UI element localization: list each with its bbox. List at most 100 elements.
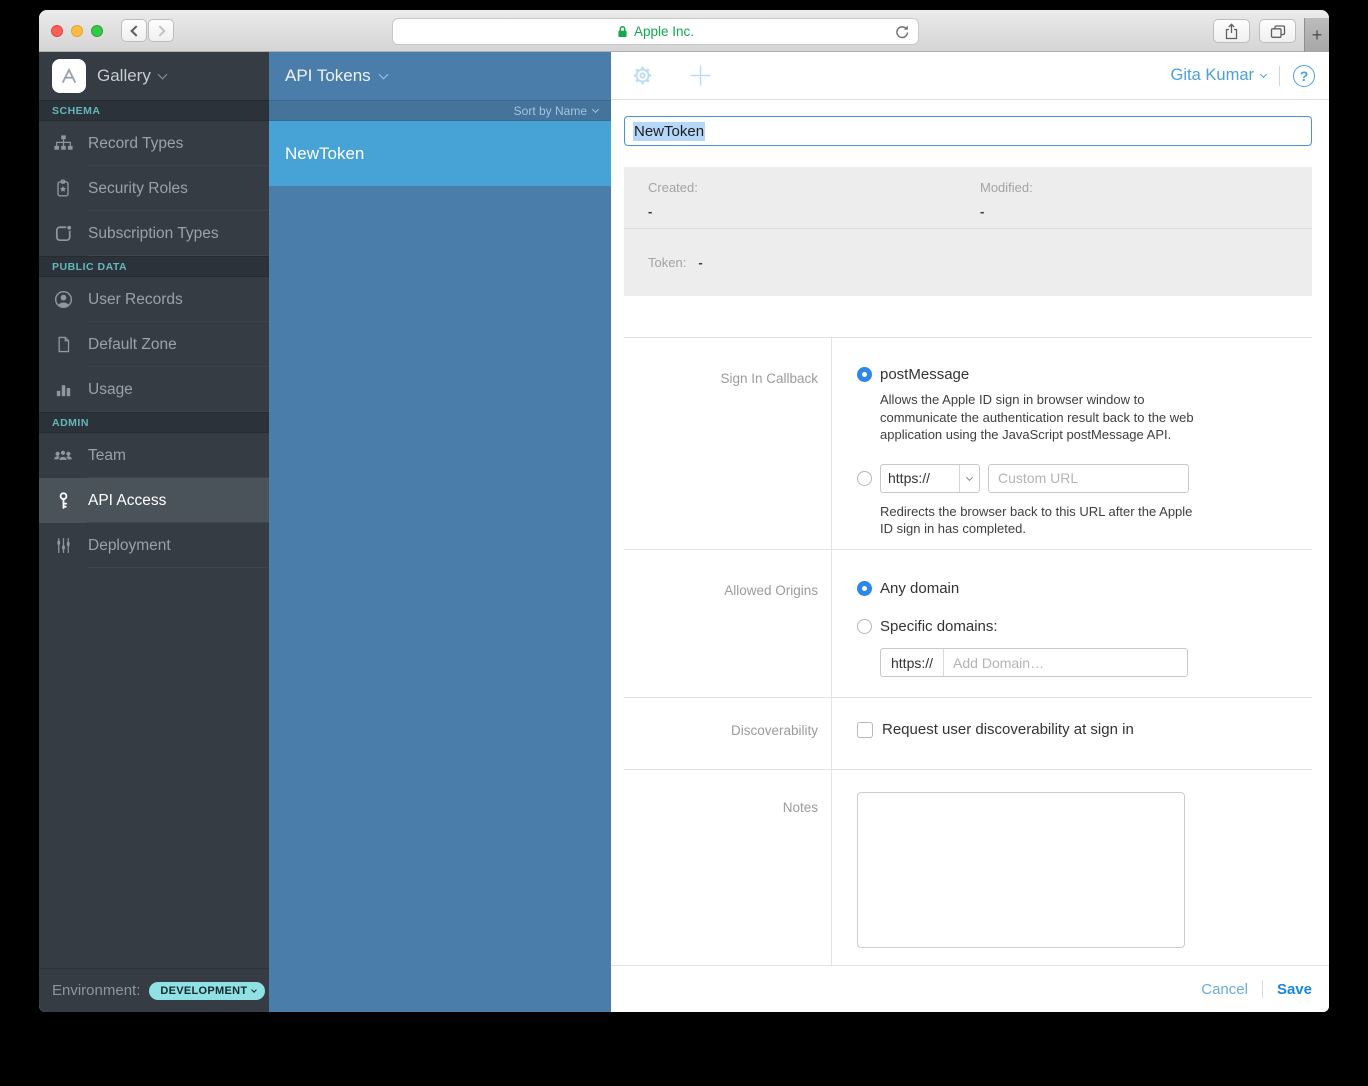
token-name-selected-text: NewToken [633,122,705,141]
token-name-input[interactable]: NewToken [624,116,1312,146]
discoverability-checkbox[interactable] [857,722,873,738]
discoverability-checkbox-label[interactable]: Request user discoverability at sign in [882,721,1134,738]
help-button[interactable]: ? [1293,65,1315,87]
specific-domains-radio[interactable] [857,619,872,634]
environment-value: DEVELOPMENT [160,985,247,997]
bar-chart-icon [52,379,74,401]
chevron-down-icon [592,106,599,113]
new-tab-button[interactable]: + [1304,18,1329,52]
environment-bar: Environment: DEVELOPMENT [39,968,269,1012]
add-token-button[interactable] [689,64,712,87]
back-icon [130,25,141,36]
add-domain-input[interactable] [944,649,1187,676]
chevron-down-icon [252,987,258,993]
custom-url-radio[interactable] [857,471,872,486]
sidebar-section-public-data: PUBLIC DATA [39,256,269,277]
back-button[interactable] [121,19,147,42]
sidebar-item-security-roles[interactable]: Security Roles [39,166,269,211]
specific-domains-label[interactable]: Specific domains: [880,618,998,635]
sidebar-item-default-zone[interactable]: Default Zone [39,322,269,367]
post-message-radio[interactable] [857,367,872,382]
save-button[interactable]: Save [1277,981,1312,998]
footer-separator [1262,980,1263,998]
chevron-down-icon [1260,71,1267,78]
hierarchy-icon [52,133,74,155]
any-domain-radio[interactable] [857,581,872,596]
share-button[interactable] [1213,19,1250,43]
plus-icon [689,64,712,87]
sidebar-item-api-access[interactable]: API Access [39,478,269,523]
sidebar-item-user-records[interactable]: User Records [39,277,269,322]
sidebar-item-label: User Records [88,291,183,309]
sort-by-name-control[interactable]: Sort by Name [269,100,611,121]
section-sign-in-callback: Sign In Callback postMessage Allows the … [624,337,1312,549]
user-icon [52,289,74,311]
sidebar-item-label: Subscription Types [88,225,219,243]
forward-button[interactable] [148,19,174,42]
sidebar-section-schema: SCHEMA [39,100,269,121]
subscription-icon [52,223,74,245]
chevron-down-icon [966,473,973,480]
token-label: Token: [648,255,686,270]
gallery-menu[interactable]: Gallery [97,66,166,86]
sliders-icon [52,535,74,557]
settings-button[interactable] [630,63,655,88]
cancel-button[interactable]: Cancel [1201,981,1248,998]
chevron-down-icon [157,70,167,80]
url-scheme-value: https:// [888,470,930,486]
reload-icon[interactable] [892,23,911,42]
any-domain-label[interactable]: Any domain [880,580,959,597]
sort-label: Sort by Name [514,104,587,118]
post-message-description: Allows the Apple ID sign in browser wind… [880,391,1194,444]
share-icon [1224,23,1239,40]
list-item-newtoken[interactable]: NewToken [269,121,611,186]
detail-footer: Cancel Save [611,965,1329,1012]
browser-toolbar-buttons [1213,19,1296,43]
detail-toolbar: Gita Kumar ? [611,52,1329,100]
sidebar-item-label: Default Zone [88,336,177,354]
browser-window: Apple Inc. + Gallery S [39,10,1329,1012]
custom-url-input[interactable] [988,464,1189,493]
sidebar-item-deployment[interactable]: Deployment [39,523,269,568]
sidebar-item-label: Team [88,447,126,465]
sidebar-item-subscription-types[interactable]: Subscription Types [39,211,269,256]
sidebar-item-team[interactable]: Team [39,433,269,478]
sidebar-item-record-types[interactable]: Record Types [39,121,269,166]
section-notes: Notes [624,769,1312,965]
modified-label: Modified: [980,180,1312,195]
browser-titlebar: Apple Inc. + [39,10,1329,52]
created-label: Created: [648,180,980,195]
post-message-label[interactable]: postMessage [880,366,969,383]
close-window-button[interactable] [51,25,63,37]
sidebar-item-label: Security Roles [88,180,188,198]
address-text: Apple Inc. [634,24,694,39]
token-list-item-name: NewToken [285,144,364,164]
badge-star-icon [52,178,74,200]
gear-icon [630,63,655,88]
notes-textarea[interactable] [857,792,1185,948]
window-controls [51,25,103,37]
api-tokens-menu[interactable]: API Tokens [269,52,611,100]
token-meta-panel: Created: - Modified: - Token: - [624,167,1312,296]
sidebar: Gallery SCHEMA Record Types Security Rol… [39,52,269,1012]
sidebar-item-usage[interactable]: Usage [39,367,269,412]
environment-selector[interactable]: DEVELOPMENT [149,982,265,1000]
section-discoverability: Discoverability Request user discoverabi… [624,697,1312,769]
sign-in-callback-label: Sign In Callback [624,338,831,549]
domain-scheme-prefix: https:// [881,649,944,676]
zoom-window-button[interactable] [91,25,103,37]
url-scheme-select[interactable]: https:// [880,464,980,493]
tabs-overview-button[interactable] [1259,19,1296,43]
minimize-window-button[interactable] [71,25,83,37]
api-tokens-title: API Tokens [285,66,371,86]
sidebar-section-admin: ADMIN [39,412,269,433]
gallery-menu-label: Gallery [97,66,151,86]
forward-icon [154,25,165,36]
address-bar[interactable]: Apple Inc. [392,18,919,45]
sidebar-item-label: Usage [88,381,133,399]
user-name: Gita Kumar [1171,66,1254,85]
chevron-down-icon [378,70,388,80]
environment-label: Environment: [52,982,140,999]
sidebar-header[interactable]: Gallery [39,52,269,100]
user-menu[interactable]: Gita Kumar [1171,66,1266,85]
